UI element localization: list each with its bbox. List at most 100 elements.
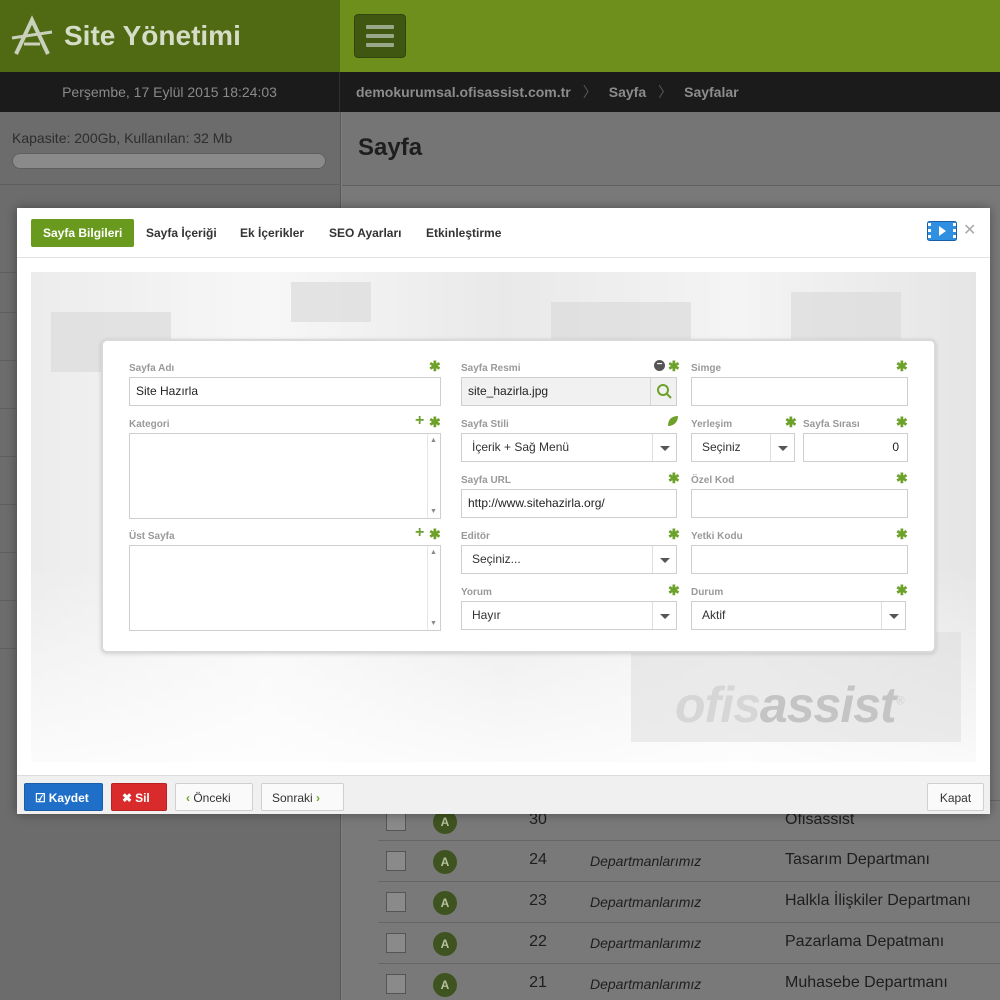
required-asterisk-icon: ✱: [896, 358, 908, 374]
check-square-icon: ☑: [35, 791, 46, 805]
capacity-text: Kapasite: 200Gb, Kullanılan: 32 Mb: [12, 130, 233, 146]
sayfa-url-label: Sayfa URL: [461, 475, 512, 486]
tab-seo-ayarlari[interactable]: SEO Ayarları: [317, 219, 413, 247]
chevron-down-icon: [652, 434, 676, 461]
listbox-scrollbar[interactable]: ▲ ▼: [427, 434, 440, 518]
tab-sayfa-bilgileri[interactable]: Sayfa Bilgileri: [31, 219, 135, 247]
modal-body: ofisassist® Sayfa Adı ✱ Site Hazırla Kat…: [17, 258, 990, 775]
row-title[interactable]: Pazarlama Depatmanı: [785, 933, 944, 951]
durum-select[interactable]: Aktif: [691, 601, 906, 630]
yerlesim-value: Seçiniz: [702, 440, 741, 454]
breadcrumb-sayfa[interactable]: Sayfa: [609, 84, 646, 100]
page-info-form: Sayfa Adı ✱ Site Hazırla Kategori + ✱ ▲ ▼…: [101, 339, 936, 653]
table-row[interactable]: A 22 Departmanlarımız Pazarlama Depatman…: [378, 922, 1000, 963]
yerlesim-select[interactable]: Seçiniz: [691, 433, 795, 462]
sayfa-stili-label: Sayfa Stili: [461, 419, 509, 430]
status-badge: A: [433, 850, 457, 874]
ofisassist-watermark-logo: ofisassist®: [675, 677, 905, 733]
durum-label: Durum: [691, 587, 724, 598]
chevron-down-icon: [652, 546, 676, 573]
sayfa-url-input[interactable]: http://www.sitehazirla.org/: [461, 489, 677, 518]
required-asterisk-icon: ✱: [429, 414, 441, 430]
breadcrumb-sayfalar[interactable]: Sayfalar: [684, 84, 738, 100]
chevron-right-icon: ›: [316, 791, 321, 805]
kategori-label: Kategori: [129, 419, 170, 430]
app-title: Site Yönetimi: [64, 20, 241, 51]
row-checkbox[interactable]: [386, 974, 406, 994]
required-asterisk-icon: ✱: [896, 582, 908, 598]
close-button[interactable]: Kapat: [927, 783, 984, 811]
editor-select[interactable]: Seçiniz...: [461, 545, 677, 574]
close-icon[interactable]: ✕: [963, 220, 976, 240]
row-category: Departmanlarımız: [590, 853, 702, 869]
search-button[interactable]: [650, 378, 676, 405]
row-checkbox[interactable]: [386, 892, 406, 912]
sayfa-sirasi-label: Sayfa Sırası: [803, 419, 860, 430]
listbox-scrollbar[interactable]: ▲ ▼: [427, 546, 440, 630]
yorum-select[interactable]: Hayır: [461, 601, 677, 630]
table-row[interactable]: A 23 Departmanlarımız Halkla İlişkiler D…: [378, 881, 1000, 922]
yerlesim-label: Yerleşim: [691, 419, 733, 430]
row-title[interactable]: Muhasebe Departmanı: [785, 974, 948, 992]
tab-sayfa-icerigi[interactable]: Sayfa İçeriği: [134, 219, 229, 247]
sayfa-stili-select[interactable]: İçerik + Sağ Menü: [461, 433, 677, 462]
breadcrumb-domain[interactable]: demokurumsal.ofisassist.com.tr: [356, 84, 571, 100]
delete-button[interactable]: ✖ Sil: [111, 783, 167, 811]
row-checkbox[interactable]: [386, 933, 406, 953]
add-ust-sayfa-icon[interactable]: +: [415, 525, 424, 541]
required-asterisk-icon: ✱: [668, 358, 680, 374]
required-asterisk-icon: ✱: [668, 582, 680, 598]
chevron-left-icon: ‹: [186, 791, 190, 805]
required-asterisk-icon: ✱: [896, 414, 908, 430]
sayfa-adi-label: Sayfa Adı: [129, 363, 175, 374]
row-checkbox[interactable]: [386, 811, 406, 831]
status-badge: A: [433, 932, 457, 956]
page-edit-modal: Sayfa Bilgileri Sayfa İçeriği Ek İçerikl…: [17, 208, 990, 814]
remove-image-icon[interactable]: −: [654, 360, 665, 371]
page-title: Sayfa: [358, 134, 423, 161]
breadcrumb-separator-icon: 〉: [658, 84, 673, 100]
row-title[interactable]: Halkla İlişkiler Departmanı: [785, 892, 971, 910]
sayfa-sirasi-input[interactable]: 0: [803, 433, 908, 462]
brand[interactable]: Site Yönetimi: [0, 0, 340, 72]
add-kategori-icon[interactable]: +: [415, 413, 424, 429]
row-category: Departmanlarımız: [590, 976, 702, 992]
sayfa-resmi-input[interactable]: site_hazirla.jpg: [461, 377, 677, 406]
table-row[interactable]: A 24 Departmanlarımız Tasarım Departmanı: [378, 840, 1000, 881]
tab-etkinlestirme[interactable]: Etkinleştirme: [414, 219, 513, 247]
editor-value: Seçiniz...: [472, 552, 521, 566]
required-asterisk-icon: ✱: [785, 414, 797, 430]
previous-button[interactable]: ‹ Önceki: [175, 783, 253, 811]
video-help-icon[interactable]: [927, 221, 957, 241]
ust-sayfa-listbox[interactable]: ▲ ▼: [129, 545, 441, 631]
required-asterisk-icon: ✱: [668, 470, 680, 486]
yorum-label: Yorum: [461, 587, 492, 598]
ozel-kod-label: Özel Kod: [691, 475, 735, 486]
table-row[interactable]: A 21 Departmanlarımız Muhasebe Departman…: [378, 963, 1000, 1000]
row-checkbox[interactable]: [386, 851, 406, 871]
sayfa-adi-input[interactable]: Site Hazırla: [129, 377, 441, 406]
row-title[interactable]: Tasarım Departmanı: [785, 851, 930, 869]
hamburger-menu-button[interactable]: [354, 14, 406, 58]
row-category: Departmanlarımız: [590, 894, 702, 910]
simge-input[interactable]: [691, 377, 908, 406]
durum-value: Aktif: [702, 608, 726, 622]
sayfa-stili-value: İçerik + Sağ Menü: [472, 440, 570, 454]
capacity-bar: [12, 153, 326, 169]
chevron-down-icon: [652, 602, 676, 629]
ozel-kod-input[interactable]: [691, 489, 908, 518]
yorum-value: Hayır: [472, 608, 501, 622]
required-asterisk-icon: ✱: [429, 526, 441, 542]
next-button[interactable]: Sonraki ›: [261, 783, 344, 811]
row-number: 24: [529, 851, 547, 868]
save-button[interactable]: ☑ Kaydet: [24, 783, 103, 811]
row-number: 23: [529, 892, 547, 909]
required-asterisk-icon: ✱: [896, 526, 908, 542]
leaf-icon: [668, 416, 678, 426]
ust-sayfa-label: Üst Sayfa: [129, 531, 175, 542]
tab-ek-icerikler[interactable]: Ek İçerikler: [228, 219, 316, 247]
datetime-display: Perşembe, 17 Eylül 2015 18:24:03: [0, 72, 340, 112]
yetki-kodu-input[interactable]: [691, 545, 908, 574]
kategori-listbox[interactable]: ▲ ▼: [129, 433, 441, 519]
hamburger-menu-icon: [366, 25, 394, 29]
